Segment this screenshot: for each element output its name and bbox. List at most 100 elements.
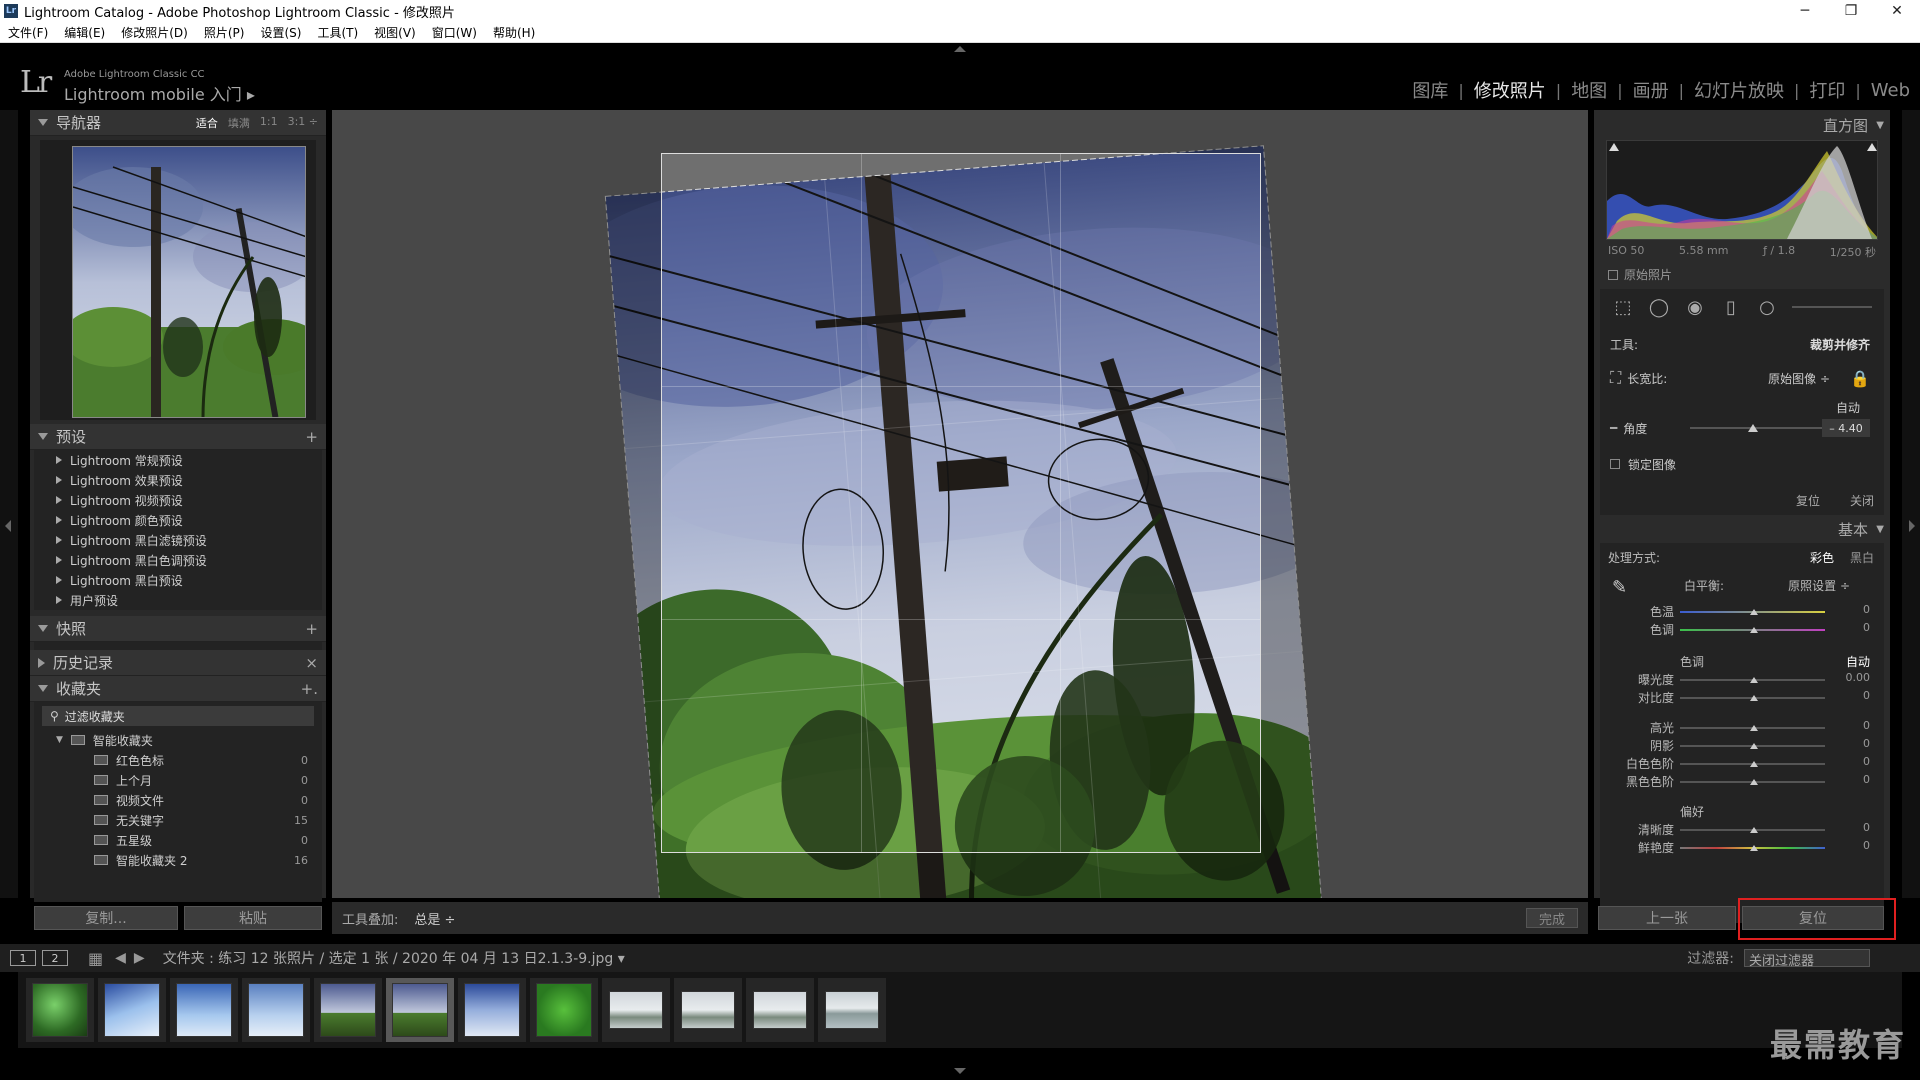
radial-filter-icon[interactable]: ○ <box>1756 296 1778 318</box>
collapse-triangle-icon[interactable]: ▼ <box>1876 524 1884 535</box>
zoom-fill[interactable]: 填满 <box>228 115 250 131</box>
smart-collection-item[interactable]: 五星级 0 <box>34 830 322 850</box>
blacks-slider[interactable]: 黑色色阶 0 <box>1600 773 1884 791</box>
slider-thumb[interactable] <box>1750 827 1758 833</box>
collections-header[interactable]: 收藏夹 +. <box>30 676 326 702</box>
copy-settings-button[interactable]: 复制... <box>34 906 178 930</box>
tool-overlay-select[interactable]: 总是 ÷ <box>414 909 455 928</box>
auto-straighten-button[interactable]: 自动 <box>1836 399 1860 416</box>
navigator-thumbnail[interactable] <box>72 146 306 418</box>
history-header[interactable]: 历史记录 × <box>30 650 326 676</box>
wb-select[interactable]: 原照设置 ÷ <box>1788 577 1850 594</box>
angle-value-field[interactable]: – 4.40 <box>1822 419 1870 437</box>
spot-removal-icon[interactable]: ◯ <box>1648 296 1670 318</box>
expand-left-icon[interactable] <box>5 520 11 532</box>
collapse-triangle-icon[interactable]: ▼ <box>56 735 63 745</box>
menu-tools[interactable]: 工具(T) <box>309 24 366 41</box>
paste-settings-button[interactable]: 粘贴 <box>184 906 322 930</box>
clear-history-icon[interactable]: × <box>305 654 318 672</box>
tone-auto-button[interactable]: 自动 <box>1846 653 1870 670</box>
crop-rectangle[interactable] <box>661 153 1261 853</box>
slider-thumb[interactable] <box>1750 743 1758 749</box>
basic-header[interactable]: 基本 ▼ <box>1594 515 1890 543</box>
slider-value[interactable]: 0 <box>1863 839 1870 852</box>
slider-value[interactable]: 0 <box>1863 603 1870 616</box>
treatment-bw[interactable]: 黑白 <box>1850 549 1874 566</box>
collapse-triangle-icon[interactable] <box>38 433 48 440</box>
filmstrip-thumbnail[interactable] <box>746 978 814 1042</box>
collapse-triangle-icon[interactable] <box>38 685 48 692</box>
menu-photo[interactable]: 照片(P) <box>196 24 253 41</box>
expand-triangle-icon[interactable] <box>56 536 62 544</box>
preset-folder[interactable]: Lightroom 效果预设 <box>34 470 322 490</box>
temp-slider[interactable]: 色温 0 <box>1600 603 1884 621</box>
slider-thumb[interactable] <box>1750 845 1758 851</box>
slider-thumb[interactable] <box>1750 779 1758 785</box>
smart-collection-item[interactable]: 智能收藏夹 2 16 <box>34 850 322 870</box>
slider-thumb[interactable] <box>1750 677 1758 683</box>
slider-value[interactable]: 0 <box>1863 737 1870 750</box>
crop-close-button[interactable]: 关闭 <box>1850 492 1874 509</box>
crop-reset-button[interactable]: 复位 <box>1796 492 1820 509</box>
clarity-slider[interactable]: 清晰度 0 <box>1600 821 1884 839</box>
lock-image-row[interactable]: 锁定图像 <box>1610 451 1874 477</box>
filmstrip-thumbnail[interactable] <box>26 978 94 1042</box>
contrast-slider[interactable]: 对比度 0 <box>1600 689 1884 707</box>
expand-triangle-icon[interactable] <box>56 516 62 524</box>
smart-collection-set[interactable]: ▼ 智能收藏夹 <box>34 730 322 750</box>
red-eye-icon[interactable]: ◉ <box>1684 296 1706 318</box>
slider-thumb[interactable] <box>1750 609 1758 615</box>
module-map[interactable]: 地图 <box>1571 77 1607 103</box>
expand-triangle-icon[interactable] <box>56 576 62 584</box>
previous-button[interactable]: 上一张 <box>1598 906 1736 930</box>
smart-collection-item[interactable]: 无关键字 15 <box>34 810 322 830</box>
checkbox-icon[interactable] <box>1610 459 1620 469</box>
crop-frame-icon[interactable]: ⛶ <box>1610 368 1621 388</box>
lock-icon[interactable]: 🔒 <box>1850 369 1870 388</box>
left-panel-edge[interactable] <box>0 110 18 898</box>
histogram-header[interactable]: 直方图 ▼ <box>1594 110 1890 140</box>
graduated-filter-icon[interactable]: ▯ <box>1720 296 1742 318</box>
preset-folder[interactable]: Lightroom 颜色预设 <box>34 510 322 530</box>
slider-value[interactable]: 0 <box>1863 773 1870 786</box>
slider-thumb[interactable] <box>1750 627 1758 633</box>
snapshots-header[interactable]: 快照 + <box>30 616 326 642</box>
brush-tool-slider[interactable] <box>1792 306 1872 308</box>
mobile-get-started-link[interactable]: Lightroom mobile 入门 ▸ <box>64 81 255 105</box>
forward-arrow-icon[interactable]: ▶ <box>134 950 145 966</box>
filmstrip-thumbnail[interactable] <box>530 978 598 1042</box>
filmstrip-thumbnail[interactable] <box>818 978 886 1042</box>
add-snapshot-icon[interactable]: + <box>305 620 318 638</box>
maximize-button[interactable]: ❐ <box>1828 0 1874 22</box>
eyedropper-icon[interactable]: ✎ <box>1612 577 1627 598</box>
exposure-slider[interactable]: 曝光度 0.00 <box>1600 671 1884 689</box>
expand-triangle-icon[interactable] <box>56 596 62 604</box>
collapse-filmstrip-icon[interactable] <box>954 1068 966 1074</box>
preset-folder[interactable]: Lightroom 黑白色调预设 <box>34 550 322 570</box>
preset-folder[interactable]: 用户预设 <box>34 590 322 610</box>
preset-folder[interactable]: Lightroom 黑白滤镜预设 <box>34 530 322 550</box>
slider-value[interactable]: 0 <box>1863 719 1870 732</box>
expand-triangle-icon[interactable] <box>38 657 45 668</box>
angle-slider-thumb[interactable] <box>1748 424 1759 432</box>
histogram-graph[interactable] <box>1606 140 1878 240</box>
filter-collections-input[interactable]: ⚲ 过滤收藏夹 <box>42 706 314 726</box>
zoom-3-1[interactable]: 3:1 ÷ <box>288 115 318 131</box>
slider-value[interactable]: 0 <box>1863 755 1870 768</box>
expand-triangle-icon[interactable] <box>56 556 62 564</box>
slider-value[interactable]: 0.00 <box>1846 671 1871 684</box>
menu-window[interactable]: 窗口(W) <box>424 24 485 41</box>
slider-thumb[interactable] <box>1750 761 1758 767</box>
navigator-header[interactable]: 导航器 适合 填满 1:1 3:1 ÷ <box>30 110 326 136</box>
collapse-triangle-icon[interactable]: ▼ <box>1876 120 1884 131</box>
filmstrip-thumbnail[interactable] <box>458 978 526 1042</box>
filmstrip-thumbnail[interactable] <box>674 978 742 1042</box>
filmstrip-thumbnail[interactable] <box>602 978 670 1042</box>
add-collection-icon[interactable]: +. <box>301 680 318 698</box>
crop-tool-icon[interactable]: ⬚ <box>1612 296 1634 318</box>
module-book[interactable]: 画册 <box>1633 77 1669 103</box>
filmstrip-thumbnail[interactable] <box>314 978 382 1042</box>
shadows-slider[interactable]: 阴影 0 <box>1600 737 1884 755</box>
smart-collection-item[interactable]: 红色色标 0 <box>34 750 322 770</box>
close-button[interactable]: ✕ <box>1874 0 1920 22</box>
